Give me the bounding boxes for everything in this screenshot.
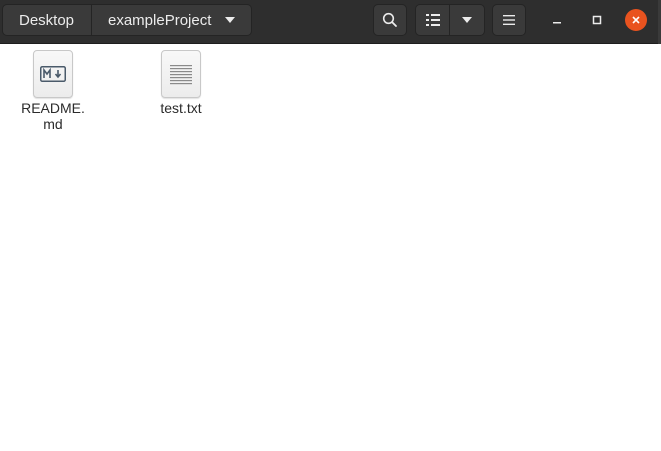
header-bar: Desktop exampleProject — [0, 0, 661, 44]
file-name: test.txt — [160, 100, 202, 116]
list-view-icon — [425, 14, 440, 26]
minimize-icon — [553, 22, 561, 24]
breadcrumb-label: exampleProject — [108, 11, 212, 29]
close-icon — [632, 16, 640, 24]
search-icon — [382, 12, 397, 27]
breadcrumb-item-exampleproject[interactable]: exampleProject — [92, 4, 252, 36]
file-item-test[interactable]: test.txt — [133, 50, 229, 116]
view-options-dropdown-button[interactable] — [450, 5, 484, 35]
breadcrumb-item-desktop[interactable]: Desktop — [2, 4, 92, 36]
search-button[interactable] — [373, 4, 407, 36]
file-grid: README. md test.txt — [0, 44, 658, 451]
maximize-icon — [592, 15, 602, 25]
chevron-down-icon — [225, 17, 235, 23]
file-name: README. md — [21, 100, 85, 132]
markdown-file-icon — [33, 50, 73, 98]
view-options-group — [415, 4, 485, 36]
close-button[interactable] — [625, 9, 647, 31]
maximize-button[interactable] — [586, 9, 608, 31]
list-view-button[interactable] — [416, 5, 451, 35]
text-file-icon — [161, 50, 201, 98]
breadcrumb: Desktop exampleProject — [2, 4, 252, 36]
main-menu-button[interactable] — [492, 4, 526, 36]
file-item-readme[interactable]: README. md — [5, 50, 101, 132]
chevron-down-icon — [462, 17, 472, 23]
hamburger-menu-icon — [503, 15, 515, 25]
minimize-button[interactable] — [546, 9, 568, 31]
breadcrumb-label: Desktop — [19, 11, 75, 29]
